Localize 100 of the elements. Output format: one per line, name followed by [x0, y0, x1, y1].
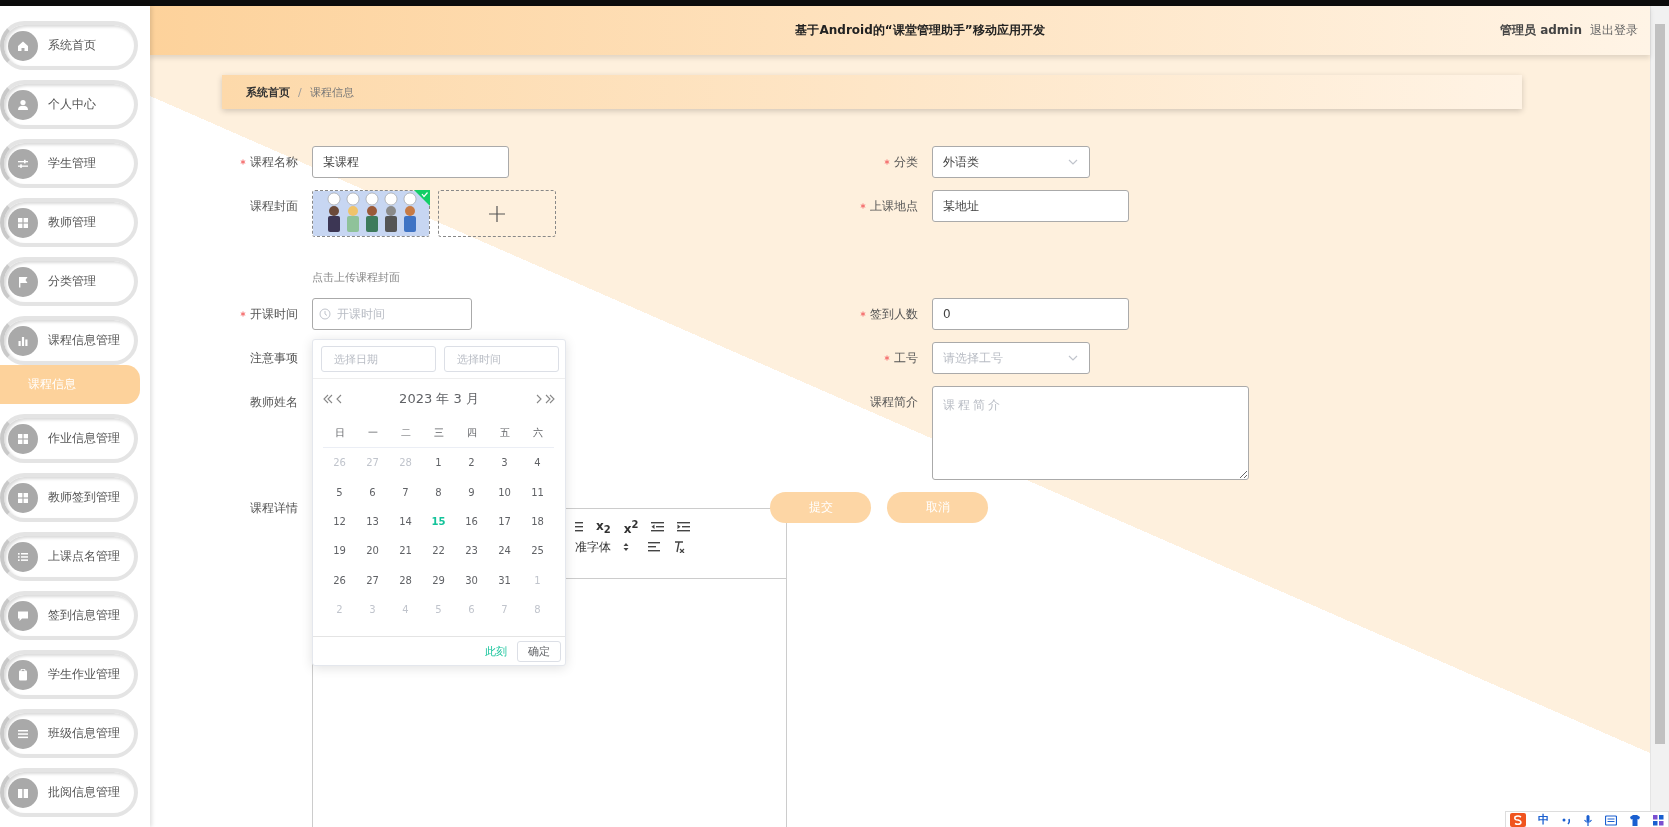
text-field[interactable]: 0 — [932, 298, 1129, 330]
sidebar-item[interactable]: 教师签到管理 — [0, 473, 138, 522]
plus-icon — [489, 205, 505, 222]
weekday-label: 二 — [389, 419, 422, 449]
add-image-button[interactable] — [438, 190, 556, 237]
chevron-right-icon[interactable] — [536, 394, 542, 404]
text-field[interactable]: 某课程 — [312, 146, 509, 178]
field-label: 课程详情 — [250, 499, 298, 517]
logout-link[interactable]: 退出登录 — [1590, 22, 1638, 39]
text-field[interactable]: 某地址 — [932, 190, 1129, 222]
calendar-day[interactable]: 20 — [356, 536, 389, 566]
sidebar-item[interactable]: 学生作业管理 — [0, 650, 138, 699]
indent-icon[interactable] — [677, 521, 691, 533]
field-label: 课程简介 — [870, 393, 918, 411]
calendar-day[interactable]: 3 — [488, 448, 521, 478]
apps-icon[interactable] — [1653, 813, 1664, 826]
calendar-day[interactable]: 14 — [389, 506, 422, 537]
select-field[interactable]: 外语类 — [932, 146, 1090, 178]
calendar-day[interactable]: 16 — [455, 506, 488, 537]
picker-input[interactable]: 选择日期 — [321, 346, 436, 372]
calendar-day[interactable]: 29 — [422, 565, 455, 595]
sidebar-item[interactable]: 作业信息管理 — [0, 414, 138, 463]
field-label: 注意事项 — [250, 349, 298, 367]
calendar-day[interactable]: 21 — [389, 536, 422, 566]
calendar-day[interactable]: 7 — [389, 477, 422, 507]
datetime-field[interactable]: 开课时间 — [312, 298, 472, 330]
weekday-label: 一 — [356, 419, 389, 449]
textarea-field[interactable]: 课程简介 — [932, 386, 1249, 480]
calendar-day[interactable]: 27 — [356, 565, 389, 595]
calendar-day[interactable]: 26 — [323, 565, 356, 595]
confirm-button[interactable]: 确定 — [517, 640, 561, 662]
calendar-day[interactable]: 2 — [455, 448, 488, 478]
calendar-day[interactable]: 9 — [455, 477, 488, 507]
list-icon[interactable] — [575, 521, 583, 533]
sidebar-item[interactable]: 学生管理 — [0, 139, 138, 188]
calendar-day[interactable]: 4 — [521, 448, 554, 478]
calendar-day[interactable]: 19 — [323, 536, 356, 566]
calendar-day[interactable]: 23 — [455, 536, 488, 566]
sliders-icon — [8, 148, 38, 179]
grid-icon — [8, 207, 38, 238]
weekday-label: 六 — [521, 419, 554, 449]
toolbar-button[interactable]: x$_{2}$ — [596, 518, 611, 536]
chevron-down-icon — [1067, 157, 1079, 167]
calendar-day[interactable]: 31 — [488, 565, 521, 595]
weekday-label: 日 — [323, 419, 356, 449]
calendar-day[interactable]: 22 — [422, 536, 455, 566]
chevron-down-icon — [1067, 353, 1079, 363]
double-chevron-left-icon[interactable] — [323, 394, 333, 404]
breadcrumb-item[interactable]: 系统首页 — [246, 84, 290, 100]
picker-input[interactable]: 选择时间 — [444, 346, 559, 372]
scrollbar[interactable] — [1650, 6, 1669, 811]
calendar-day[interactable]: 24 — [488, 536, 521, 566]
shirt-icon[interactable] — [1629, 813, 1641, 826]
breadcrumb-separator: / — [298, 85, 302, 99]
toolbar-button[interactable]: x$^{2}$ — [623, 518, 639, 536]
sidebar-item[interactable]: 个人中心 — [0, 80, 138, 129]
sidebar-item[interactable]: 系统首页 — [0, 21, 138, 70]
weekday-label: 五 — [488, 419, 521, 449]
chevron-left-icon[interactable] — [336, 394, 342, 404]
sidebar-item[interactable]: 课程信息管理 — [0, 316, 138, 365]
calendar-day[interactable]: 1 — [422, 448, 455, 478]
user-icon — [8, 89, 38, 120]
sidebar-item[interactable]: 上课点名管理 — [0, 532, 138, 581]
calendar-day[interactable]: 17 — [488, 506, 521, 537]
calendar-day[interactable]: 12 — [323, 506, 356, 537]
up-down-icon — [623, 542, 629, 552]
calendar-day[interactable]: 30 — [455, 565, 488, 595]
flag-icon — [8, 266, 38, 297]
align-icon[interactable] — [648, 541, 660, 553]
breadcrumb-item: 课程信息 — [309, 84, 354, 100]
calendar-day[interactable]: 10 — [488, 477, 521, 507]
home-icon — [8, 30, 38, 61]
field-label: 分类 — [894, 153, 918, 171]
double-chevron-right-icon[interactable] — [545, 394, 555, 404]
field-label: 课程封面 — [250, 197, 298, 215]
keyboard-icon[interactable] — [1605, 813, 1617, 826]
sidebar-item[interactable]: 分类管理 — [0, 257, 138, 306]
calendar-day[interactable]: 28 — [389, 565, 422, 595]
calendar-day[interactable]: 18 — [521, 506, 554, 537]
clear-format-icon[interactable] — [673, 541, 685, 553]
chat-icon — [8, 600, 38, 631]
bar-chart-icon — [8, 325, 38, 356]
sidebar-item[interactable]: 班级信息管理 — [0, 709, 138, 758]
user-name: 管理员 admin — [1499, 22, 1582, 39]
calendar-day[interactable]: 5 — [323, 477, 356, 507]
weekday-label: 三 — [422, 419, 455, 449]
sidebar-item[interactable]: 签到信息管理 — [0, 591, 138, 640]
sidebar-item[interactable]: 批阅信息管理 — [0, 768, 138, 817]
calendar-day[interactable]: 11 — [521, 477, 554, 507]
calendar-day[interactable]: 25 — [521, 536, 554, 566]
microphone-icon[interactable] — [1583, 813, 1593, 826]
calendar-day[interactable]: 8 — [422, 477, 455, 507]
input-mode-toggle[interactable]: 中 — [1538, 812, 1549, 827]
clock-icon — [319, 308, 331, 320]
sidebar-item[interactable]: 教师管理 — [0, 198, 138, 247]
outdent-icon[interactable] — [651, 521, 665, 533]
app-title: 基于Android的“课堂管理助手”移动应用开发 — [795, 22, 1045, 39]
calendar-day[interactable]: 6 — [356, 477, 389, 507]
calendar-day[interactable]: 13 — [356, 506, 389, 537]
font-select[interactable]: 准字体 — [575, 538, 629, 556]
